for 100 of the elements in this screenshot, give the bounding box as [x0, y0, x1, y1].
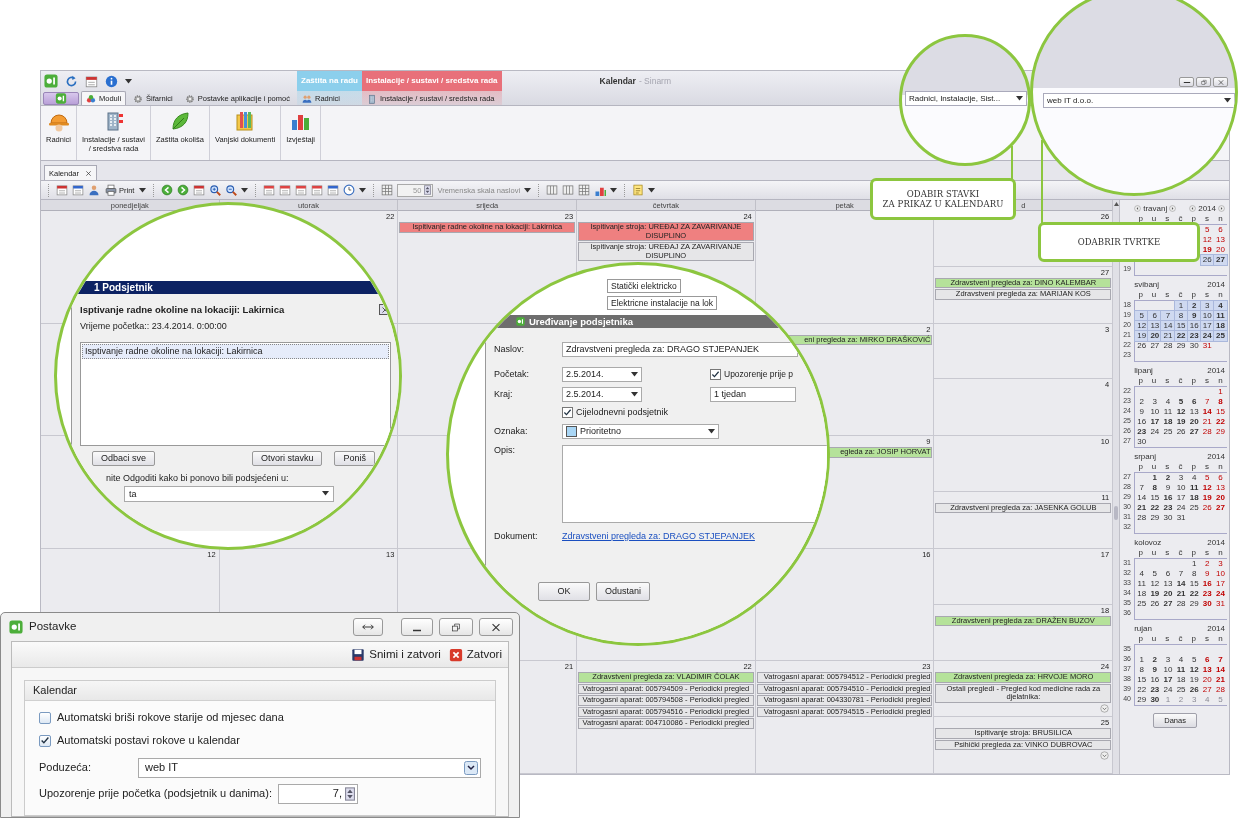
application-menu-button[interactable]: [43, 92, 79, 105]
calendar-day[interactable]: 6: [1213, 473, 1227, 483]
calendar-icon[interactable]: [295, 184, 308, 196]
info-icon[interactable]: [105, 74, 118, 88]
calendar-day[interactable]: 30: [1135, 437, 1149, 447]
dropdown-arrow-icon[interactable]: [241, 187, 249, 193]
dropdown-arrow-icon[interactable]: [359, 187, 367, 193]
calendar-day[interactable]: 16: [1200, 579, 1214, 589]
item-filter-dropdown[interactable]: Radnici, Instalacije, Sist...: [905, 91, 1027, 106]
calendar-day[interactable]: 23: [1161, 503, 1175, 513]
calendar-day[interactable]: 20: [1200, 675, 1214, 685]
calendar-day[interactable]: 16: [1161, 493, 1175, 503]
checkbox[interactable]: [39, 734, 51, 747]
calendar-day[interactable]: 26: [1187, 685, 1201, 695]
minimize-button[interactable]: [1179, 77, 1194, 87]
calendar-day[interactable]: 23: [1187, 331, 1201, 341]
tag-dropdown[interactable]: Prioritetno: [562, 424, 719, 439]
calendar-day[interactable]: 27: [1213, 255, 1227, 265]
calendar-day[interactable]: 22: [1148, 503, 1162, 513]
calendar-day[interactable]: 5: [1148, 569, 1162, 579]
calendar-day[interactable]: 25: [1174, 685, 1188, 695]
calendar-day[interactable]: 29: [1187, 599, 1201, 609]
calendar-day[interactable]: 3: [1148, 397, 1162, 407]
reminder-list-item[interactable]: Isptivanje radne okoline na lokaciji: Lakirnica: [82, 344, 389, 359]
dialog-button[interactable]: Poniš: [334, 451, 375, 467]
clock-icon[interactable]: [343, 184, 356, 196]
calendar-day[interactable]: 8: [1187, 569, 1201, 579]
calendar-day[interactable]: 27: [1187, 427, 1201, 437]
dropdown-arrow-icon[interactable]: [610, 187, 618, 193]
company-dropdown[interactable]: web IT: [138, 757, 481, 778]
calendar-day[interactable]: 22: [1187, 589, 1201, 599]
calendar-day[interactable]: 23: [1135, 427, 1149, 437]
calendar-day[interactable]: 24: [1174, 503, 1188, 513]
calendar-day[interactable]: 14: [1174, 579, 1188, 589]
dialog-button[interactable]: Odustani: [596, 581, 651, 601]
scroll-up-icon[interactable]: [1113, 202, 1119, 206]
dropdown-arrow-icon[interactable]: [648, 187, 656, 193]
checkbox[interactable]: [710, 369, 721, 380]
calendar-day[interactable]: 19: [1200, 245, 1214, 255]
calendar-day[interactable]: 3: [1161, 655, 1175, 665]
calendar-day[interactable]: 26: [1174, 427, 1188, 437]
calendar-day[interactable]: 12: [1187, 665, 1201, 675]
calendar-day[interactable]: 8: [1213, 397, 1227, 407]
calendar-day[interactable]: 15: [1148, 493, 1162, 503]
calendar-day[interactable]: 26: [1148, 599, 1162, 609]
calendar-day[interactable]: 31: [1213, 599, 1227, 609]
calendar-day[interactable]: 2: [1148, 655, 1162, 665]
calendar-day[interactable]: 5: [1200, 473, 1214, 483]
calendar-day[interactable]: 4: [1213, 301, 1227, 311]
calendar-day[interactable]: 2: [1135, 397, 1149, 407]
calendar-day[interactable]: 17: [1174, 493, 1188, 503]
calendar-icon[interactable]: [263, 184, 276, 196]
calendar-day[interactable]: 24: [1200, 331, 1214, 341]
calendar-day[interactable]: 4: [1187, 473, 1201, 483]
calendar-day[interactable]: 22: [1174, 331, 1188, 341]
calendar-day[interactable]: 5: [1187, 655, 1201, 665]
grid-icon[interactable]: [578, 184, 591, 196]
restore-button[interactable]: [439, 618, 473, 636]
dialog-button[interactable]: Otvori stavku: [251, 451, 323, 467]
calendar-day[interactable]: 10: [1213, 569, 1227, 579]
calendar-day[interactable]: 7: [1200, 397, 1214, 407]
calendar-day[interactable]: 1: [1148, 473, 1162, 483]
calendar-day[interactable]: 17: [1213, 579, 1227, 589]
calendar-day[interactable]: 19: [1200, 493, 1214, 503]
save-close-button[interactable]: Snimi i zatvori: [351, 647, 441, 662]
logo-icon[interactable]: [44, 74, 58, 88]
calendar-day[interactable]: 7: [1161, 311, 1175, 321]
dropdown-arrow-icon[interactable]: [139, 187, 147, 193]
calendar-day[interactable]: 2: [1161, 473, 1175, 483]
calendar-day[interactable]: 21: [1213, 675, 1227, 685]
snooze-dropdown[interactable]: ta: [124, 486, 334, 502]
calendar-day[interactable]: 18: [1213, 321, 1227, 331]
calendar-day[interactable]: 14: [1135, 493, 1149, 503]
calendar-day[interactable]: 8: [1148, 483, 1162, 493]
days-spin-field[interactable]: 7,: [277, 783, 358, 804]
calendar-day[interactable]: 24: [1213, 589, 1227, 599]
calendar-day[interactable]: 20: [1187, 417, 1201, 427]
calendar-day[interactable]: 13: [1161, 579, 1175, 589]
calendar-day[interactable]: 26: [1200, 255, 1214, 265]
calendar-day[interactable]: 7: [1174, 569, 1188, 579]
calendar-day[interactable]: 28: [1200, 427, 1214, 437]
calendar-day[interactable]: 3: [1213, 559, 1227, 569]
calendar-day[interactable]: 21: [1174, 589, 1188, 599]
calendar-day[interactable]: 16: [1148, 675, 1162, 685]
calendar-day[interactable]: 14: [1200, 407, 1214, 417]
calendar-day[interactable]: 6: [1187, 397, 1201, 407]
calendar-icon[interactable]: [72, 184, 84, 196]
reminder-list[interactable]: Isptivanje radne okoline na lokaciji: Lakirnica: [80, 342, 391, 447]
checkbox[interactable]: [39, 711, 51, 724]
calendar-day[interactable]: 10: [1148, 407, 1162, 417]
calendar-event[interactable]: Elektricne instalacije na lok: [607, 296, 718, 311]
calendar-day[interactable]: 12: [1174, 407, 1188, 417]
calendar-day[interactable]: 9: [1200, 569, 1214, 579]
columns-icon[interactable]: [546, 184, 559, 196]
calendar-day[interactable]: 31: [1174, 513, 1188, 523]
calendar-day[interactable]: 18: [1174, 675, 1188, 685]
calendar-day[interactable]: 11: [1161, 407, 1175, 417]
calendar-day[interactable]: 20: [1213, 245, 1227, 255]
calendar-clock-icon[interactable]: [327, 184, 340, 196]
calendar-day[interactable]: 21: [1200, 417, 1214, 427]
